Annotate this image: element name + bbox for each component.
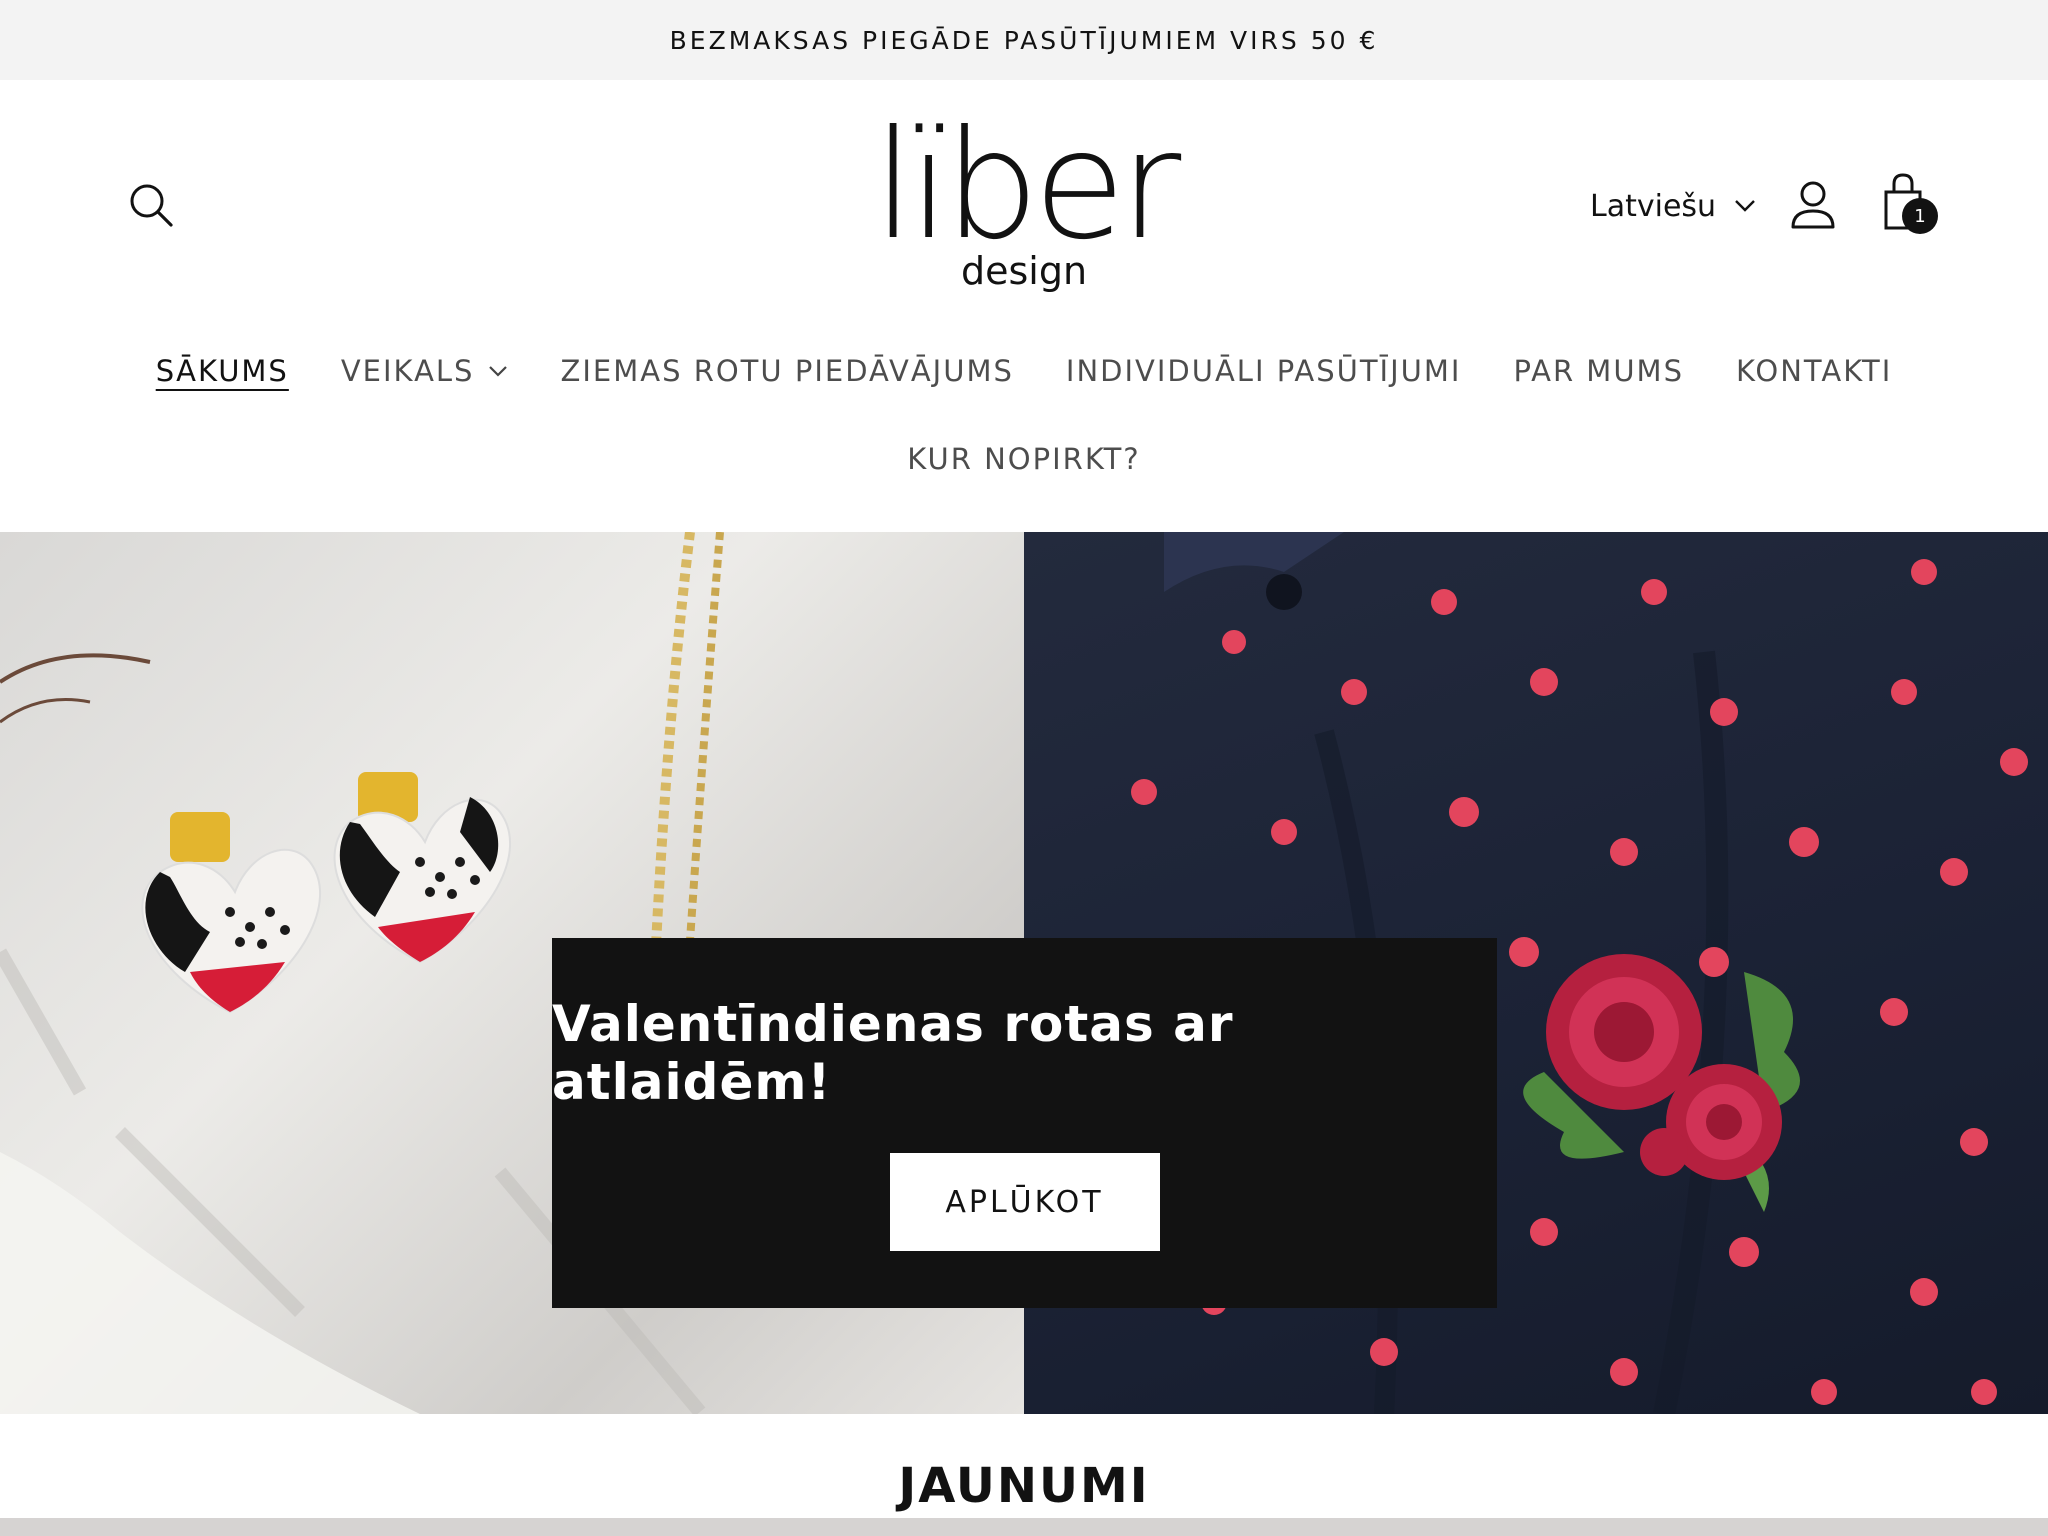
hero-heading: Valentīndienas rotas ar atlaidēm! [552,995,1234,1111]
announcement-bar: BEZMAKSAS PIEGĀDE PASŪTĪJUMIEM VIRS 50 € [0,0,2048,80]
main-nav-second-row: KUR NOPIRKT? [0,438,2048,480]
search-button[interactable] [128,182,174,228]
nav-item-veikals[interactable]: VEIKALS [341,350,509,392]
cart-count-badge: 1 [1902,198,1938,234]
nav-item-label: VEIKALS [340,354,475,388]
logo-subtitle: design [960,249,1088,293]
nav-item-kontakti[interactable]: KONTAKTI [1736,350,1892,392]
section-title-new-arrivals: JAUNUMI [898,1458,1150,1514]
main-nav: SĀKUMS VEIKALS ZIEMAS ROTU PIEDĀVĀJUMS I… [0,350,2048,392]
nav-item-label: PAR MUMS [1513,354,1684,388]
nav-item-sakums[interactable]: SĀKUMS [156,350,289,392]
product-grid-edge [0,1518,2048,1536]
nav-item-label: ZIEMAS ROTU PIEDĀVĀJUMS [560,354,1014,388]
nav-item-par-mums[interactable]: PAR MUMS [1513,350,1684,392]
site-header: lïber design Latviešu 1 SĀKUMS VEIKALS Z… [0,80,2048,530]
hero-cta-button[interactable]: APLŪKOT [889,1153,1160,1251]
logo-wordmark: lïber [872,99,1182,273]
hero-banner: Valentīndienas rotas ar atlaidēm! APLŪKO… [0,532,2048,1414]
nav-item-label: KONTAKTI [1735,354,1893,388]
user-icon [1791,181,1835,229]
nav-item-label: KUR NOPIRKT? [907,442,1141,476]
nav-item-label: INDIVIDUĀLI PASŪTĪJUMI [1065,354,1462,388]
account-button[interactable] [1790,180,1836,230]
announcement-text: BEZMAKSAS PIEGĀDE PASŪTĪJUMIEM VIRS 50 € [669,25,1379,55]
chevron-down-icon [1735,200,1755,212]
nav-item-individuali[interactable]: INDIVIDUĀLI PASŪTĪJUMI [1066,350,1462,392]
language-label: Latviešu [1590,188,1717,224]
cart-button[interactable]: 1 [1880,172,1942,234]
nav-item-kur-nopirkt[interactable]: KUR NOPIRKT? [907,438,1140,480]
nav-item-label: SĀKUMS [155,354,289,388]
hero-content-box: Valentīndienas rotas ar atlaidēm! APLŪKO… [552,938,1497,1308]
language-selector[interactable]: Latviešu [1590,184,1756,228]
chevron-down-icon [489,366,508,377]
search-icon [130,184,173,227]
nav-item-ziemas-rotu[interactable]: ZIEMAS ROTU PIEDĀVĀJUMS [560,350,1013,392]
logo-link[interactable]: lïber design [868,99,1182,296]
